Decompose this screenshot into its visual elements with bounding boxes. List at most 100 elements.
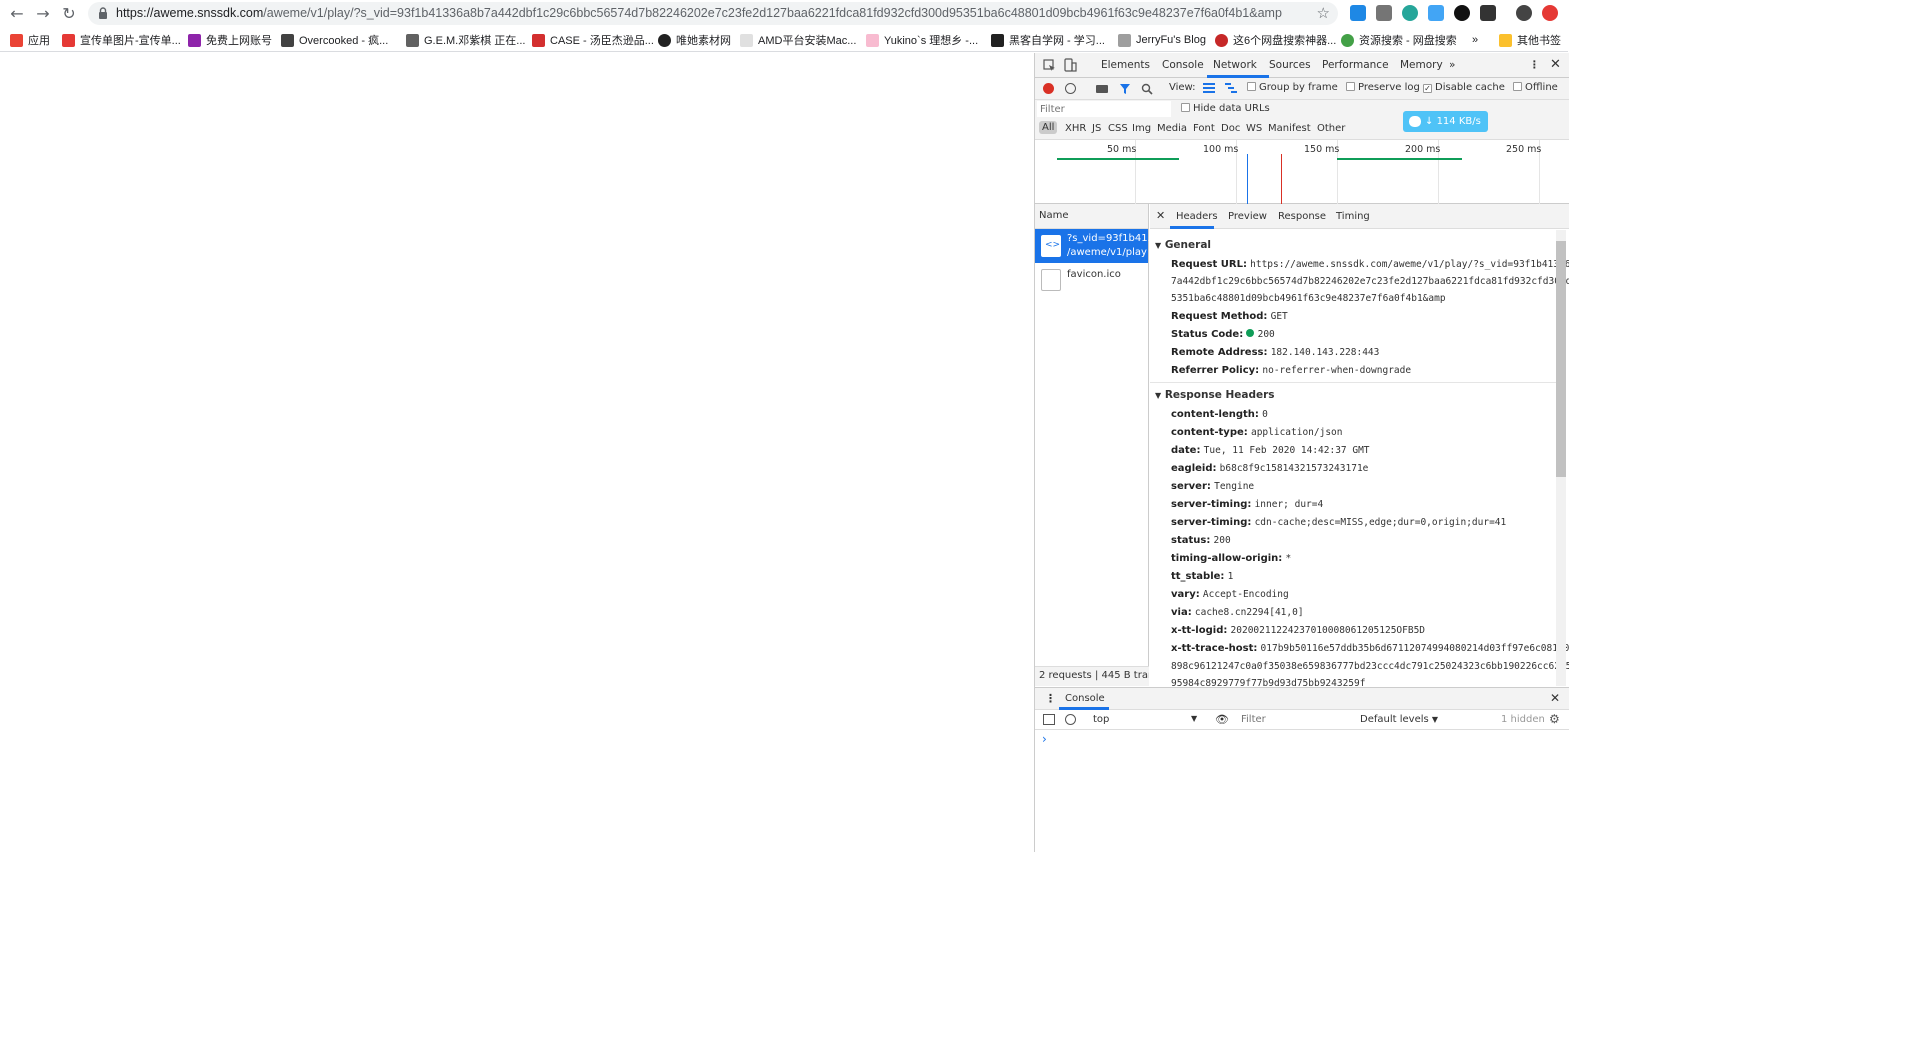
settings-gear-icon[interactable]: ⚙ bbox=[1549, 712, 1560, 726]
console-filter-input[interactable] bbox=[1241, 712, 1351, 727]
tab-headers[interactable]: Headers bbox=[1176, 211, 1218, 222]
tab-timing[interactable]: Timing bbox=[1336, 211, 1370, 222]
detail-scrollbar-thumb[interactable] bbox=[1556, 241, 1566, 477]
code-icon: <> bbox=[1045, 240, 1061, 250]
timeline-tick: 150 ms bbox=[1304, 144, 1340, 155]
timeline-tick: 50 ms bbox=[1107, 144, 1137, 155]
context-selector[interactable]: top ▼ bbox=[1093, 714, 1197, 725]
tab-performance[interactable]: Performance bbox=[1322, 59, 1389, 71]
address-bar[interactable]: https://aweme.snssdk.com/aweme/v1/play/?… bbox=[88, 2, 1338, 25]
bookmark-item[interactable]: 宣传单图片-宣传单... bbox=[62, 32, 181, 48]
extension-badge-icon[interactable] bbox=[1480, 5, 1496, 21]
name-column-header[interactable]: Name bbox=[1035, 204, 1148, 229]
other-bookmarks[interactable]: 其他书签 bbox=[1499, 32, 1561, 48]
tab-preview[interactable]: Preview bbox=[1228, 211, 1267, 222]
bookmark-item[interactable]: Yukino`s 理想乡 -... bbox=[866, 32, 978, 48]
extension-circle-icon[interactable] bbox=[1454, 5, 1470, 21]
bookmark-item[interactable]: G.E.M.邓紫棋 正在... bbox=[406, 32, 525, 48]
clear-console-icon[interactable] bbox=[1065, 714, 1076, 725]
bookmark-item[interactable]: 这6个网盘搜索神器... bbox=[1215, 32, 1336, 48]
type-js[interactable]: JS bbox=[1092, 123, 1101, 134]
tab-response[interactable]: Response bbox=[1278, 211, 1326, 222]
extension-image-icon[interactable] bbox=[1428, 5, 1444, 21]
type-img[interactable]: Img bbox=[1132, 123, 1151, 134]
filter-input[interactable] bbox=[1037, 101, 1171, 117]
tab-sources[interactable]: Sources bbox=[1269, 59, 1311, 71]
extension-qr-icon[interactable] bbox=[1376, 5, 1392, 21]
bookmark-item[interactable]: AMD平台安装Mac... bbox=[740, 32, 856, 48]
type-doc[interactable]: Doc bbox=[1221, 123, 1240, 134]
type-xhr[interactable]: XHR bbox=[1065, 123, 1086, 134]
preserve-log-checkbox[interactable]: Preserve log bbox=[1346, 82, 1420, 93]
triangle-down-icon: ▼ bbox=[1155, 241, 1162, 250]
bookmark-item[interactable]: JerryFu's Blog bbox=[1118, 32, 1206, 48]
inspect-element-icon[interactable] bbox=[1043, 59, 1056, 72]
extension-red-icon[interactable] bbox=[1542, 5, 1558, 21]
bookmark-item[interactable]: 唯她素材网 bbox=[658, 32, 731, 48]
bookmarks-overflow-button[interactable]: » bbox=[1472, 32, 1478, 48]
type-css[interactable]: CSS bbox=[1108, 123, 1128, 134]
large-request-rows-icon[interactable] bbox=[1203, 82, 1215, 94]
reload-icon[interactable]: ↻ bbox=[60, 5, 78, 23]
bookmark-item[interactable]: 资源搜索 - 网盘搜索 bbox=[1341, 32, 1457, 48]
response-headers-section-toggle[interactable]: ▼ Response Headers bbox=[1155, 389, 1275, 401]
general-section-toggle[interactable]: ▼ General bbox=[1155, 239, 1211, 251]
group-by-frame-checkbox[interactable]: Group by frame bbox=[1247, 82, 1338, 93]
sidebar-toggle-icon[interactable] bbox=[1043, 714, 1055, 725]
type-manifest[interactable]: Manifest bbox=[1268, 123, 1311, 134]
type-ws[interactable]: WS bbox=[1246, 123, 1262, 134]
load-marker bbox=[1281, 154, 1282, 204]
device-toolbar-icon[interactable] bbox=[1064, 58, 1077, 72]
close-detail-icon[interactable]: ✕ bbox=[1156, 209, 1165, 222]
request-url-continued: 7a442dbf1c29c6bbc56574d7b82246202e7c23fe… bbox=[1171, 276, 1569, 287]
tab-memory[interactable]: Memory bbox=[1400, 59, 1443, 71]
devtools-tabbar: Elements Console Network Sources Perform… bbox=[1035, 53, 1569, 78]
type-font[interactable]: Font bbox=[1193, 123, 1215, 134]
close-devtools-icon[interactable]: ✕ bbox=[1550, 57, 1561, 72]
section-divider bbox=[1150, 382, 1560, 383]
drawer-menu-icon[interactable]: ⋮ bbox=[1045, 692, 1056, 705]
disable-cache-checkbox[interactable]: ✓ Disable cache bbox=[1423, 82, 1505, 93]
close-drawer-icon[interactable]: ✕ bbox=[1550, 691, 1560, 705]
bookmark-item[interactable]: 应用 bbox=[10, 32, 50, 48]
bookmark-item[interactable]: Overcooked - 疯... bbox=[281, 32, 388, 48]
extension-m-icon[interactable] bbox=[1402, 5, 1418, 21]
bookmark-item[interactable]: 黑客自学网 - 学习... bbox=[991, 32, 1105, 48]
console-prompt[interactable]: › bbox=[1042, 732, 1047, 746]
tab-console-drawer[interactable]: Console bbox=[1065, 693, 1105, 704]
bookmark-item[interactable]: CASE - 汤臣杰逊品... bbox=[532, 32, 654, 48]
record-icon[interactable] bbox=[1043, 83, 1054, 94]
dropdown-arrow-icon: ▼ bbox=[1191, 714, 1198, 723]
search-icon[interactable] bbox=[1141, 83, 1153, 95]
drawer-tabbar: ⋮ Console ✕ bbox=[1035, 688, 1569, 710]
type-all[interactable]: All bbox=[1039, 121, 1058, 134]
more-tabs-button[interactable]: » bbox=[1449, 59, 1455, 71]
extension-v-icon[interactable] bbox=[1350, 5, 1366, 21]
devtools-menu-icon[interactable]: ⋮ bbox=[1529, 59, 1540, 71]
tab-console[interactable]: Console bbox=[1162, 59, 1204, 71]
tab-elements[interactable]: Elements bbox=[1101, 59, 1150, 71]
response-header-row: x-tt-trace-host: 017b9b50116e57ddb35b6d6… bbox=[1171, 643, 1569, 654]
clear-icon[interactable] bbox=[1065, 83, 1076, 94]
lock-icon bbox=[99, 7, 107, 19]
log-levels-dropdown[interactable]: Default levels ▼ bbox=[1360, 714, 1438, 725]
offline-checkbox[interactable]: Offline bbox=[1513, 82, 1558, 93]
type-other[interactable]: Other bbox=[1317, 123, 1345, 134]
request-row[interactable]: <> ?s_vid=93f1b41... /aweme/v1/play bbox=[1035, 229, 1157, 263]
type-media[interactable]: Media bbox=[1157, 123, 1187, 134]
waterfall-overview-icon[interactable] bbox=[1225, 82, 1237, 94]
screenshot-camera-icon[interactable] bbox=[1096, 85, 1108, 93]
profile-avatar[interactable] bbox=[1516, 5, 1532, 21]
back-icon[interactable]: ← bbox=[8, 5, 26, 23]
eye-icon[interactable]: 👁 bbox=[1215, 713, 1229, 726]
checkbox-box bbox=[1513, 82, 1522, 91]
forward-icon[interactable]: → bbox=[34, 5, 52, 23]
bookmark-item[interactable]: 免费上网账号 bbox=[188, 32, 272, 48]
hide-data-urls-checkbox[interactable]: Hide data URLs bbox=[1181, 103, 1270, 114]
request-row[interactable]: favicon.ico bbox=[1035, 263, 1148, 297]
tab-network[interactable]: Network bbox=[1213, 59, 1257, 71]
response-header-row: server-timing: cdn-cache;desc=MISS,edge;… bbox=[1171, 517, 1507, 528]
cloud-icon bbox=[1409, 116, 1421, 127]
filter-icon[interactable] bbox=[1119, 83, 1131, 95]
bookmark-star-icon[interactable]: ☆ bbox=[1317, 4, 1330, 22]
